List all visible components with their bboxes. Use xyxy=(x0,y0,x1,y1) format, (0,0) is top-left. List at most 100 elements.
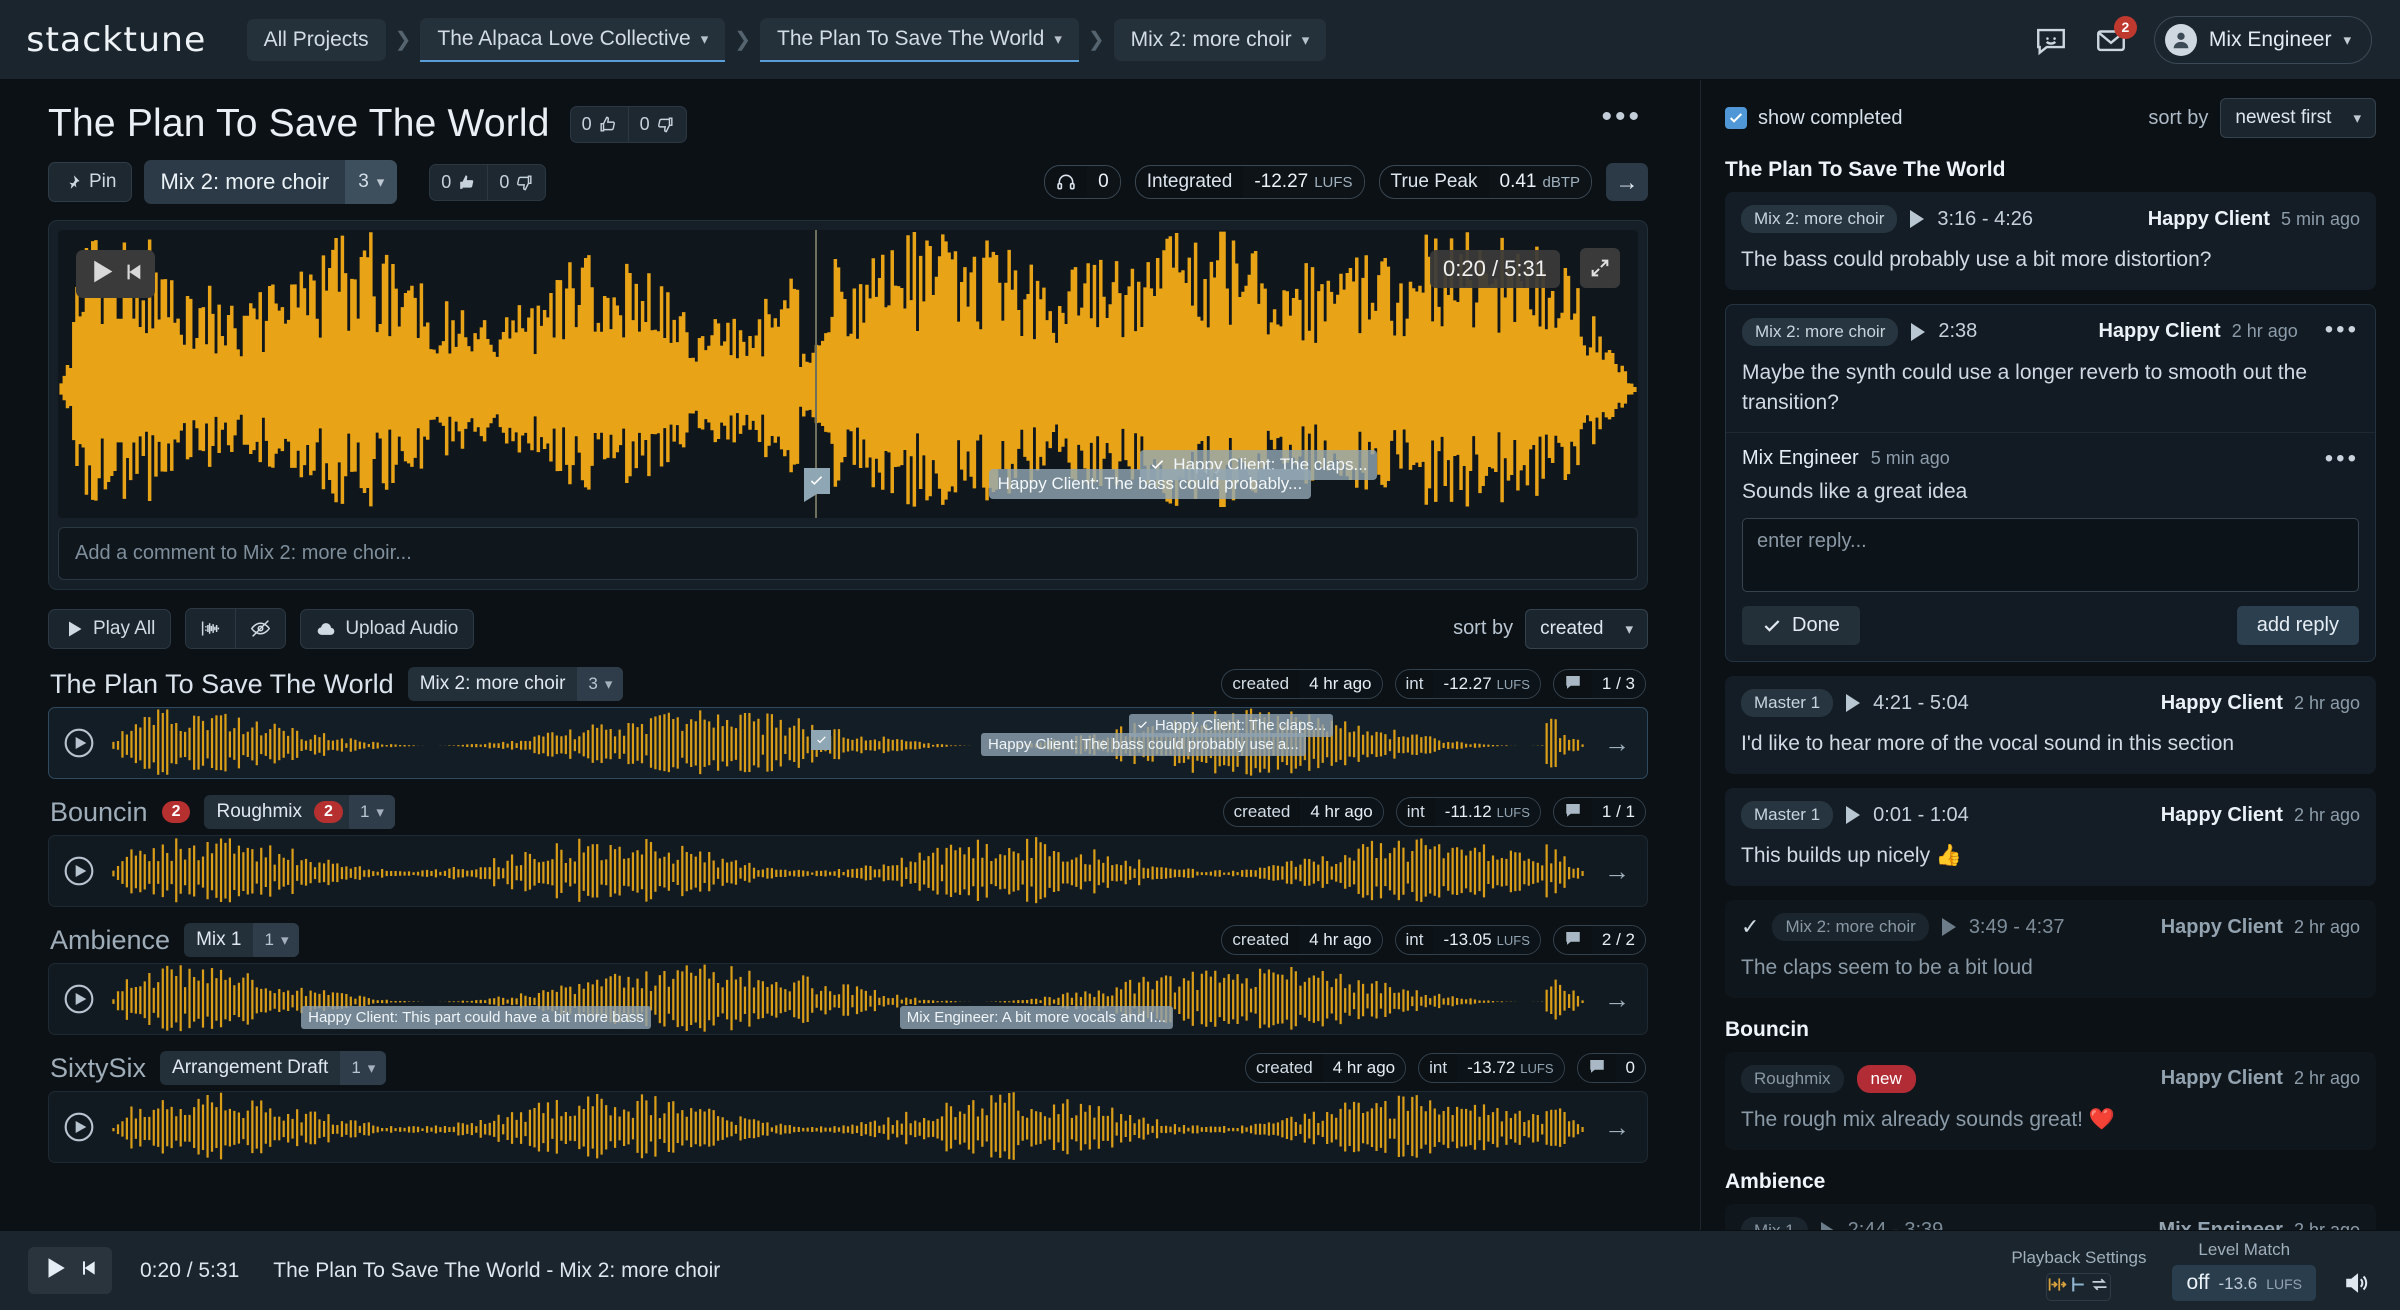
comment-more-menu[interactable]: ••• xyxy=(2325,317,2359,341)
track-version-selector[interactable]: Mix 1 1 ▾ xyxy=(184,923,300,957)
track-waveform-row[interactable]: → xyxy=(48,1091,1648,1163)
breadcrumb-project[interactable]: The Plan To Save The World ▾ xyxy=(760,17,1079,62)
skip-silence-button[interactable] xyxy=(2047,1274,2068,1300)
app-logo[interactable]: stacktune xyxy=(26,20,206,60)
open-track-button[interactable]: → xyxy=(1587,1112,1647,1143)
track-version-dropdown[interactable]: 3 ▾ xyxy=(577,667,624,701)
open-track-button[interactable]: → xyxy=(1587,856,1647,887)
open-mix-details-button[interactable]: → xyxy=(1606,163,1648,201)
table-row[interactable]: Ambience Mix 1 1 ▾ created 4 hr ago int xyxy=(48,917,1648,1035)
track-waveform-row[interactable]: Happy Client: This part could have a bit… xyxy=(48,963,1648,1035)
track-comment-marker[interactable]: Happy Client: The bass could probably us… xyxy=(981,733,1306,756)
breadcrumb-mix[interactable]: Mix 2: more choir ▾ xyxy=(1113,18,1327,61)
play-button[interactable] xyxy=(87,257,116,291)
mix-version-selector[interactable]: Mix 2: more choir 3 ▾ xyxy=(144,160,398,204)
play-icon[interactable] xyxy=(1910,210,1925,228)
level-match-button[interactable]: off -13.6 LUFS xyxy=(2172,1265,2316,1301)
breadcrumb-all-projects[interactable]: All Projects xyxy=(246,18,386,61)
user-menu[interactable]: Mix Engineer ▾ xyxy=(2153,15,2372,64)
track-waveform-row[interactable]: Happy Client: The claps... Happy Client:… xyxy=(48,707,1648,779)
comment-version-tag[interactable]: Mix 2: more choir xyxy=(1742,317,1899,346)
global-transport[interactable] xyxy=(28,1247,112,1294)
checkbox-checked-icon[interactable] xyxy=(1725,107,1747,129)
comment-version-tag[interactable]: Master 1 xyxy=(1741,689,1834,718)
track-play-button[interactable] xyxy=(49,983,109,1015)
table-row[interactable]: SixtySix Arrangement Draft 1 ▾ created 4… xyxy=(48,1045,1648,1163)
snap-to-start-button[interactable] xyxy=(2068,1274,2089,1300)
comments-sort-select[interactable]: newest first ▾ xyxy=(2220,98,2376,138)
play-all-button[interactable]: Play All xyxy=(48,608,172,649)
comment-count-pill[interactable]: 1 / 1 xyxy=(1552,797,1646,827)
mix-version-dropdown[interactable]: 3 ▾ xyxy=(345,160,398,204)
expand-waveform-button[interactable] xyxy=(1580,248,1620,288)
track-waveform-row[interactable]: → xyxy=(48,835,1648,907)
reply-more-menu[interactable]: ••• xyxy=(2325,447,2359,471)
comment-count-pill[interactable]: 0 xyxy=(1576,1053,1646,1083)
track-version-selector[interactable]: Roughmix 2 1 ▾ xyxy=(204,795,395,829)
add-reply-button[interactable]: add reply xyxy=(2236,606,2359,646)
project-upvote-button[interactable]: 0 xyxy=(571,107,628,142)
volume-button[interactable] xyxy=(2342,1270,2372,1301)
mix-downvote-button[interactable]: 0 xyxy=(487,164,545,200)
project-downvote-button[interactable]: 0 xyxy=(627,106,686,142)
open-track-button[interactable]: → xyxy=(1587,728,1647,759)
track-play-button[interactable] xyxy=(49,1111,109,1143)
loop-button[interactable] xyxy=(2089,1274,2110,1300)
play-icon[interactable] xyxy=(1911,322,1926,341)
track-marker-flag[interactable] xyxy=(811,730,832,750)
headphone-listen-count[interactable]: 0 xyxy=(1044,165,1121,199)
list-item[interactable]: Mix 2: more choir 2:38 Happy Client 2 hr… xyxy=(1725,303,2376,663)
track-waveform[interactable]: Happy Client: The claps... Happy Client:… xyxy=(109,708,1587,778)
add-comment-input[interactable]: Add a comment to Mix 2: more choir... xyxy=(58,527,1638,580)
list-item[interactable]: Roughmix new Happy Client 2 hr ago The r… xyxy=(1725,1051,2376,1150)
waveform-marker-flag[interactable] xyxy=(803,468,830,502)
align-waveforms-button[interactable] xyxy=(186,609,236,648)
upload-audio-button[interactable]: Upload Audio xyxy=(300,608,475,649)
track-version-dropdown[interactable]: 1 ▾ xyxy=(253,923,300,957)
track-play-button[interactable] xyxy=(49,727,109,759)
skip-to-start-button[interactable] xyxy=(122,261,144,288)
inbox-mail-icon[interactable]: 2 xyxy=(2094,15,2137,57)
true-peak-pill[interactable]: True Peak 0.41 dBTP xyxy=(1378,165,1592,199)
play-icon[interactable] xyxy=(1846,806,1861,825)
table-row[interactable]: The Plan To Save The World Mix 2: more c… xyxy=(48,661,1648,779)
list-item[interactable]: Master 1 0:01 - 1:04 Happy Client 2 hr a… xyxy=(1725,788,2376,887)
mix-upvote-button[interactable]: 0 xyxy=(430,165,487,200)
sort-by-select[interactable]: created ▾ xyxy=(1525,608,1648,649)
comment-count-pill[interactable]: 2 / 2 xyxy=(1552,925,1646,955)
track-waveform[interactable] xyxy=(109,836,1587,906)
play-icon[interactable] xyxy=(1846,694,1861,713)
track-play-button[interactable] xyxy=(49,855,109,887)
comment-version-tag[interactable]: Roughmix xyxy=(1741,1064,1844,1093)
list-item[interactable]: ✓ Mix 2: more choir 3:49 - 4:37 Happy Cl… xyxy=(1725,900,2376,998)
track-version-dropdown[interactable]: 1 ▾ xyxy=(348,795,395,829)
skip-to-start-button[interactable] xyxy=(78,1258,98,1283)
waveform-transport[interactable] xyxy=(76,250,155,298)
list-item[interactable]: Master 1 4:21 - 5:04 Happy Client 2 hr a… xyxy=(1725,676,2376,775)
comment-version-tag[interactable]: Mix 2: more choir xyxy=(1741,205,1898,233)
show-completed-toggle[interactable]: show completed xyxy=(1725,107,1903,130)
play-button[interactable] xyxy=(42,1255,68,1286)
project-more-menu[interactable]: ••• xyxy=(1595,102,1648,140)
comment-count-pill[interactable]: 1 / 3 xyxy=(1552,669,1646,699)
integrated-loudness-pill[interactable]: Integrated -12.27 LUFS xyxy=(1134,165,1365,199)
play-icon[interactable] xyxy=(1941,918,1956,937)
track-version-selector[interactable]: Mix 2: more choir 3 ▾ xyxy=(407,667,624,701)
breadcrumb-collective[interactable]: The Alpaca Love Collective ▾ xyxy=(420,17,726,62)
track-waveform[interactable]: Happy Client: This part could have a bit… xyxy=(109,964,1587,1034)
table-row[interactable]: Bouncin 2 Roughmix 2 1 ▾ created 4 hr ag… xyxy=(48,789,1648,907)
hide-waveform-button[interactable] xyxy=(235,609,286,648)
waveform-comment-marker[interactable]: Happy Client: The bass could probably... xyxy=(988,469,1312,499)
done-button[interactable]: Done xyxy=(1742,606,1860,646)
reply-input[interactable]: enter reply... xyxy=(1742,518,2359,593)
track-version-selector[interactable]: Arrangement Draft 1 ▾ xyxy=(160,1051,387,1085)
open-track-button[interactable]: → xyxy=(1587,984,1647,1015)
track-comment-marker[interactable]: Happy Client: This part could have a bit… xyxy=(301,1006,651,1029)
main-waveform[interactable]: 0:20 / 5:31 Happy Client: The claps... H… xyxy=(58,230,1638,518)
comment-version-tag[interactable]: Mix 2: more choir xyxy=(1772,913,1929,942)
feedback-chat-icon[interactable] xyxy=(2034,23,2068,57)
track-comment-marker[interactable]: Mix Engineer: A bit more vocals and I... xyxy=(899,1006,1174,1029)
track-waveform[interactable] xyxy=(109,1092,1587,1162)
comment-version-tag[interactable]: Master 1 xyxy=(1741,801,1834,830)
track-version-dropdown[interactable]: 1 ▾ xyxy=(340,1051,387,1085)
